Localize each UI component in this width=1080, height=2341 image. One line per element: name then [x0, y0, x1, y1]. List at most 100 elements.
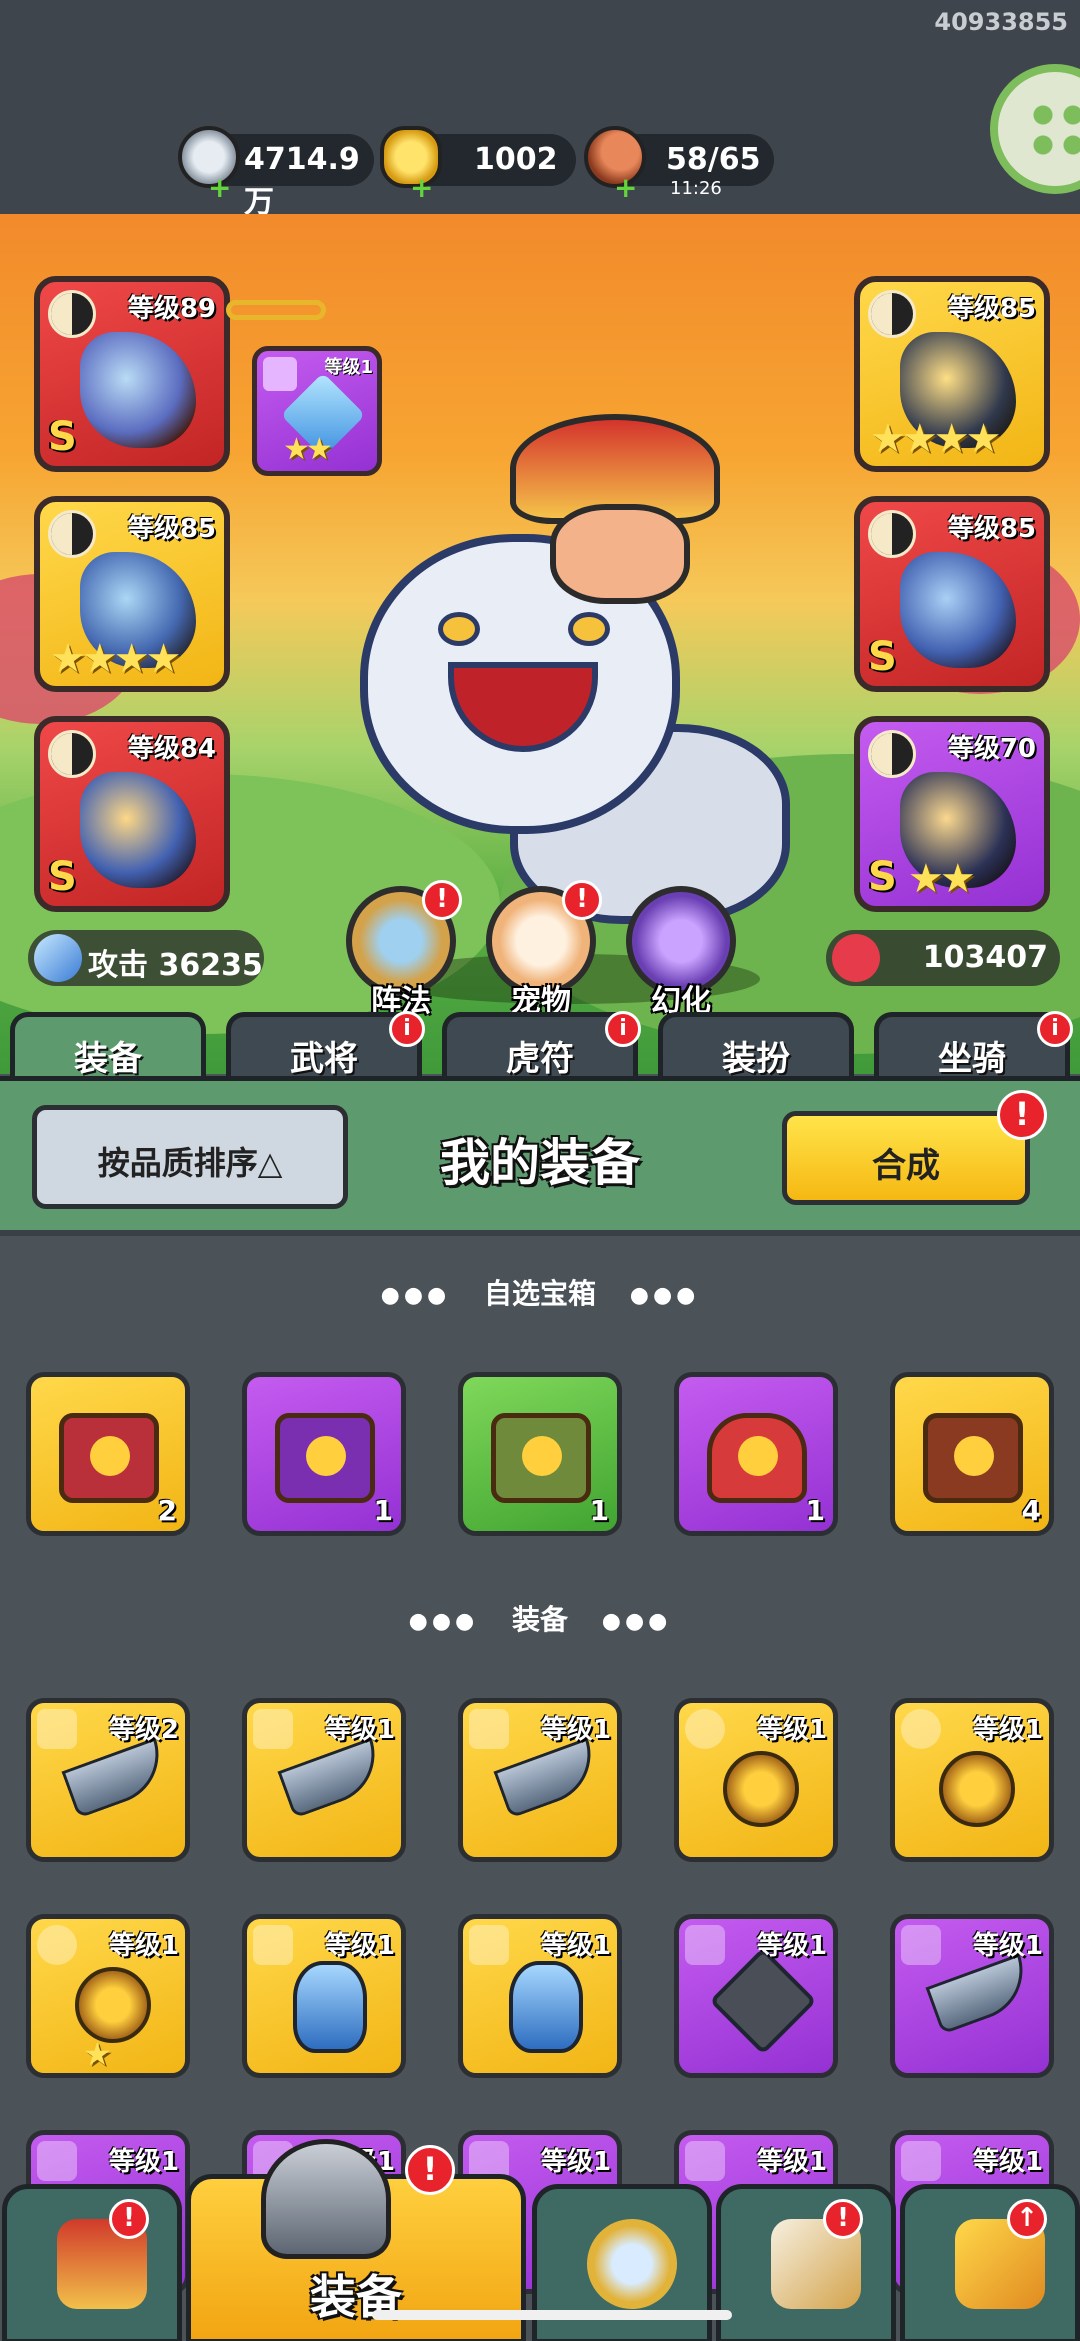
blade-icon	[61, 1737, 173, 1819]
stamina-resource[interactable]: 58/65 11:26 +	[584, 126, 774, 202]
armor-icon	[293, 1961, 367, 2053]
chests-section-header: ●●● 自选宝箱 ●●●	[0, 1272, 1080, 1312]
home-indicator[interactable]	[372, 2310, 732, 2320]
amulet-icon	[939, 1751, 1015, 1827]
grid-menu-icon	[1028, 100, 1080, 160]
equip-slot-gauntlet[interactable]: 等级85 S	[854, 496, 1050, 692]
lion-chest-icon	[707, 1413, 807, 1503]
item-level: 等级1	[756, 1931, 827, 1961]
equip-slot-weapon[interactable]: 等级89 S	[34, 276, 230, 472]
nav-upgrade[interactable]: ↑	[900, 2184, 1080, 2341]
tab-tiger-tally[interactable]: 虎符 i	[442, 1011, 641, 1082]
item-level: 等级1	[540, 1931, 611, 1961]
tab-generals[interactable]: 武将 i	[226, 1011, 425, 1082]
equipment-item[interactable]: 等级1	[458, 1698, 622, 1862]
chest-icon	[59, 1413, 159, 1503]
chest-item[interactable]: 4	[890, 1372, 1054, 1536]
nav-main-city[interactable]: !	[2, 2184, 182, 2341]
equipment-item[interactable]: 等级1	[890, 1914, 1054, 2078]
nav-events[interactable]: !	[716, 2184, 896, 2341]
gold-plus-icon[interactable]: +	[410, 174, 433, 202]
alert-badge: !	[109, 2199, 149, 2239]
sword-type-icon	[901, 1925, 941, 1965]
general-rider	[510, 394, 730, 624]
equipment-item[interactable]: 等级2	[26, 1698, 190, 1862]
helmet-type-icon	[253, 1925, 293, 1965]
equipment-item[interactable]: 等级1	[242, 1698, 406, 1862]
equipment-item[interactable]: 等级1	[242, 1914, 406, 2078]
equipment-item[interactable]: 等级1	[674, 1914, 838, 2078]
stamina-timer: 11:26	[670, 178, 722, 199]
equip-level: 等级1	[324, 357, 373, 378]
chain-connector	[226, 300, 326, 320]
equipment-item[interactable]: 等级1 ★	[26, 1914, 190, 2078]
yin-yang-icon	[868, 510, 916, 558]
equip-slot-chest[interactable]: 等级70 S ★★	[854, 716, 1050, 912]
pet-button[interactable]: ! 宠物	[486, 880, 602, 1019]
equip-slot-helmet[interactable]: 等级84 S	[34, 716, 230, 912]
yin-yang-icon	[868, 730, 916, 778]
decor-dots: ●●●	[629, 1282, 700, 1308]
info-badge: i	[1037, 1011, 1073, 1047]
item-level: 等级1	[972, 1931, 1043, 1961]
alert-badge: !	[562, 880, 602, 920]
chests-section-title: 自选宝箱	[483, 1277, 596, 1310]
yin-yang-icon	[48, 510, 96, 558]
tab-mount[interactable]: 坐骑 i	[874, 1011, 1073, 1082]
rank-badge: S	[48, 854, 77, 900]
gold-resource[interactable]: 1002 +	[380, 126, 576, 202]
stamina-plus-icon[interactable]: +	[614, 174, 637, 202]
tab-label: 装扮	[722, 1039, 790, 1079]
helmet-type-icon	[469, 1925, 509, 1965]
item-level: 等级1	[324, 1931, 395, 1961]
merge-button[interactable]: 合成 !	[782, 1090, 1047, 1205]
attack-stat: 攻击 36235	[28, 930, 264, 986]
item-level: 等级1	[108, 2147, 179, 2177]
rank-badge: S	[868, 854, 897, 900]
item-count: 1	[373, 1494, 393, 1527]
amulet-icon	[75, 1967, 151, 2043]
tab-costume[interactable]: 装扮	[658, 1012, 854, 1082]
crossbow-icon	[80, 332, 196, 448]
equip-slot-amulet[interactable]: 等级85 ★★★★	[34, 496, 230, 692]
attack-value: 攻击 36235	[88, 948, 263, 983]
sort-by-quality-button[interactable]: 按品质排序△	[32, 1105, 348, 1209]
decor-dots: ●●●	[601, 1608, 672, 1634]
transform-button[interactable]: 幻化	[626, 886, 736, 1019]
tab-label: 装备	[74, 1039, 142, 1079]
medal-type-icon	[37, 1925, 77, 1965]
heart-icon	[832, 934, 880, 982]
chest-item[interactable]: 1	[242, 1372, 406, 1536]
yin-yang-icon	[48, 290, 96, 338]
armor-icon	[509, 1961, 583, 2053]
silver-resource[interactable]: 4714.9万 +	[178, 126, 374, 220]
star-rating: ★★	[283, 432, 333, 467]
formation-button[interactable]: ! 阵法	[346, 880, 462, 1019]
yin-yang-icon	[48, 730, 96, 778]
gauntlet-icon	[900, 552, 1016, 668]
decor-dots: ●●●	[408, 1608, 479, 1634]
armor-type-icon	[685, 2141, 725, 2181]
grid-menu-button[interactable]	[990, 64, 1080, 194]
equip-slot-armor[interactable]: 等级85 ★★★★	[854, 276, 1050, 472]
category-tabs: 装备 武将 i 虎符 i 装扮 坐骑 i	[0, 1006, 1080, 1082]
chest-item[interactable]: 1	[458, 1372, 622, 1536]
yin-yang-icon	[868, 290, 916, 338]
rank-badge: S	[48, 414, 77, 460]
alert-badge: !	[823, 2199, 863, 2239]
equipment-item[interactable]: 等级1	[458, 1914, 622, 2078]
decor-dots: ●●●	[380, 1282, 451, 1308]
chest-item[interactable]: 2	[26, 1372, 190, 1536]
tab-equipment[interactable]: 装备	[10, 1012, 206, 1082]
chest-item[interactable]: 1	[674, 1372, 838, 1536]
equipment-item[interactable]: 等级1	[890, 1698, 1054, 1862]
shuriken-icon	[709, 1947, 817, 2055]
panel-title: 我的装备	[440, 1134, 640, 1192]
sword-type-icon	[37, 1709, 77, 1749]
chest-icon	[491, 1413, 591, 1503]
silver-plus-icon[interactable]: +	[208, 174, 231, 202]
tab-label: 坐骑	[938, 1039, 1006, 1079]
equipment-item[interactable]: 等级1	[674, 1698, 838, 1862]
medal-type-icon	[901, 1709, 941, 1749]
star-rating: ★★★★	[50, 636, 181, 682]
